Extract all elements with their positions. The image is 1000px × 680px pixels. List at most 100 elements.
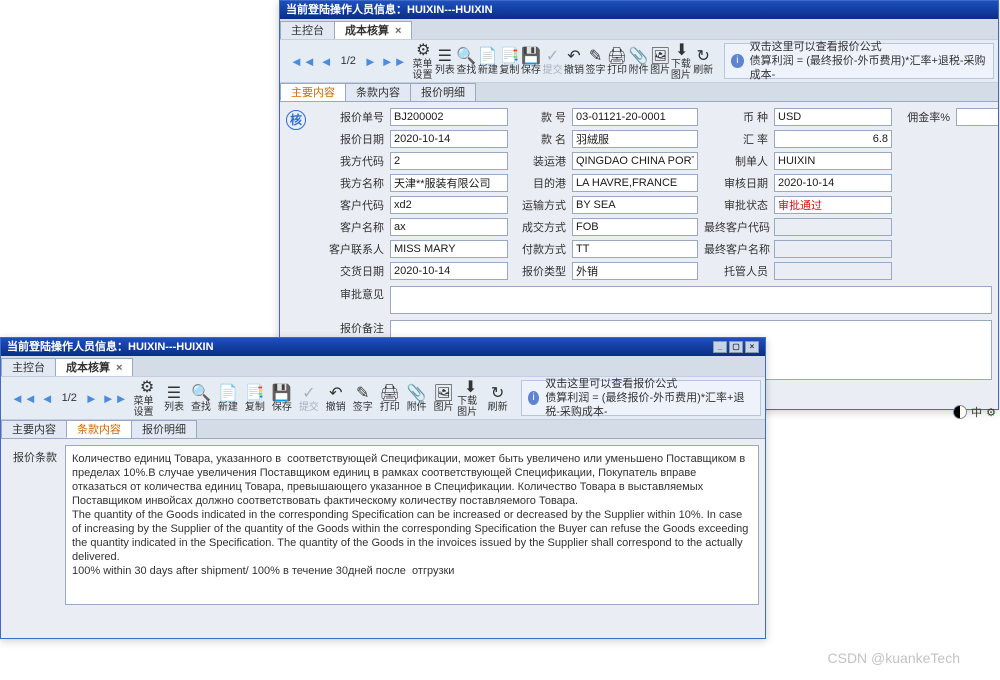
audit-opinion[interactable]	[390, 286, 992, 314]
style-name[interactable]	[572, 130, 698, 148]
tb-sign-b[interactable]: ✎签字	[349, 379, 376, 417]
subtab-detail-b[interactable]: 报价明细	[131, 420, 197, 438]
submit-icon: ✓	[300, 384, 318, 402]
nav-first[interactable]: ◄◄	[290, 54, 316, 69]
style-no[interactable]	[572, 108, 698, 126]
quote-date[interactable]	[390, 130, 508, 148]
maker[interactable]	[774, 152, 892, 170]
rate[interactable]	[774, 130, 892, 148]
tb-submit[interactable]: ✓提交	[542, 42, 564, 80]
load-port[interactable]	[572, 152, 698, 170]
quote-no[interactable]	[390, 108, 508, 126]
print-icon: 🖨	[381, 384, 399, 402]
tb-save[interactable]: 💾保存	[520, 42, 542, 80]
undo-icon: ↶	[565, 47, 583, 65]
final-cust-code[interactable]	[774, 218, 892, 236]
save-icon: 💾	[273, 384, 291, 402]
nav-next[interactable]: ►	[364, 54, 377, 69]
tb-attach[interactable]: 📎附件	[628, 42, 650, 80]
tb-submit-b[interactable]: ✓提交	[295, 379, 322, 417]
tb-attach-b[interactable]: 📎附件	[403, 379, 430, 417]
tb-undo-b[interactable]: ↶撤销	[322, 379, 349, 417]
cust-code[interactable]	[390, 196, 508, 214]
tray-gear-icon: ⚙	[986, 406, 996, 419]
formula-hint[interactable]: i 双击这里可以查看报价公式 债算利润 = (最终报价-外币费用)*汇率+退税-…	[724, 43, 994, 79]
tb-new-b[interactable]: 📄新建	[214, 379, 241, 417]
deal-type[interactable]	[572, 218, 698, 236]
pay-type[interactable]	[572, 240, 698, 258]
new-icon: 📄	[479, 47, 497, 65]
nav-last-b[interactable]: ►►	[102, 391, 128, 406]
audit-date[interactable]	[774, 174, 892, 192]
formula-hint-b[interactable]: i 双击这里可以查看报价公式 债算利润 = (最终报价-外币费用)*汇率+退税-…	[521, 380, 761, 416]
commission[interactable]	[956, 108, 998, 126]
tb-refresh[interactable]: ↻刷新	[692, 42, 714, 80]
terms-text[interactable]: Количество единиц Товара, указанного в с…	[65, 445, 759, 605]
our-name[interactable]	[390, 174, 508, 192]
refresh-icon: ↻	[489, 384, 507, 402]
list-icon: ☰	[165, 384, 183, 402]
title-a: 当前登陆操作人员信息：HUIXIN---HUIXIN	[286, 1, 493, 19]
close-button[interactable]: ×	[745, 341, 759, 353]
subtab-detail[interactable]: 报价明细	[410, 83, 476, 101]
tb-refresh-b[interactable]: ↻刷新	[484, 379, 511, 417]
tb-print-b[interactable]: 🖨打印	[376, 379, 403, 417]
audit-status[interactable]	[774, 196, 892, 214]
our-code[interactable]	[390, 152, 508, 170]
tb-sign[interactable]: ✎签字	[585, 42, 607, 80]
nav-next-b[interactable]: ►	[85, 391, 98, 406]
subtab-terms[interactable]: 条款内容	[345, 83, 411, 101]
cust-name[interactable]	[390, 218, 508, 236]
quote-type[interactable]	[572, 262, 698, 280]
tb-undo[interactable]: ↶撤销	[563, 42, 585, 80]
subtabs-a: 主要内容 条款内容 报价明细	[280, 83, 998, 102]
tb-save-b[interactable]: 💾保存	[268, 379, 295, 417]
tb-download-b[interactable]: ⬇下载图片	[457, 379, 484, 417]
gear-icon: ⚙	[138, 378, 156, 396]
watermark: CSDN @kuankeTech	[828, 650, 961, 666]
subtab-main-b[interactable]: 主要内容	[1, 420, 67, 438]
max-button[interactable]: ▢	[729, 341, 743, 353]
tb-copy[interactable]: 📑复制	[499, 42, 521, 80]
nav-prev[interactable]: ◄	[320, 54, 333, 69]
tb-search-b[interactable]: 🔍查找	[187, 379, 214, 417]
approve-badge: 核	[286, 110, 306, 130]
nav-prev-b[interactable]: ◄	[41, 391, 54, 406]
tab-console[interactable]: 主控台	[280, 21, 335, 39]
tab-console-b[interactable]: 主控台	[1, 358, 56, 376]
tb-list-b[interactable]: ☰列表	[160, 379, 187, 417]
nav-first-b[interactable]: ◄◄	[11, 391, 37, 406]
info-icon: i	[731, 54, 744, 68]
tb-download[interactable]: ⬇下载图片	[671, 42, 693, 80]
close-icon[interactable]: ×	[116, 361, 122, 375]
subtab-main[interactable]: 主要内容	[280, 83, 346, 101]
tb-copy-b[interactable]: 📑复制	[241, 379, 268, 417]
tb-image-b[interactable]: 🖼图片	[430, 379, 457, 417]
tb-list[interactable]: ☰列表	[434, 42, 456, 80]
tb-menuset[interactable]: ⚙菜单设置	[413, 42, 435, 80]
info-icon: i	[528, 391, 539, 405]
final-cust-name[interactable]	[774, 240, 892, 258]
tb-search[interactable]: 🔍查找	[456, 42, 478, 80]
tb-menuset-b[interactable]: ⚙菜单设置	[134, 379, 161, 417]
min-button[interactable]: _	[713, 341, 727, 353]
host-person[interactable]	[774, 262, 892, 280]
tab-cost-b[interactable]: 成本核算×	[55, 358, 133, 376]
tab-cost[interactable]: 成本核算×	[334, 21, 412, 39]
attach-icon: 📎	[630, 47, 648, 65]
tray-lang[interactable]: 中	[971, 404, 982, 420]
deliver-date[interactable]	[390, 262, 508, 280]
dest-port[interactable]	[572, 174, 698, 192]
search-icon: 🔍	[192, 384, 210, 402]
titlebar-b: 当前登陆操作人员信息：HUIXIN---HUIXIN _ ▢ ×	[1, 338, 765, 356]
transport[interactable]	[572, 196, 698, 214]
subtabs-b: 主要内容 条款内容 报价明细	[1, 420, 765, 439]
tb-image[interactable]: 🖼图片	[649, 42, 671, 80]
tb-new[interactable]: 📄新建	[477, 42, 499, 80]
contact[interactable]	[390, 240, 508, 258]
tb-print[interactable]: 🖨打印	[606, 42, 628, 80]
nav-last[interactable]: ►►	[381, 54, 407, 69]
currency[interactable]	[774, 108, 892, 126]
close-icon[interactable]: ×	[395, 24, 401, 38]
subtab-terms-b[interactable]: 条款内容	[66, 420, 132, 438]
